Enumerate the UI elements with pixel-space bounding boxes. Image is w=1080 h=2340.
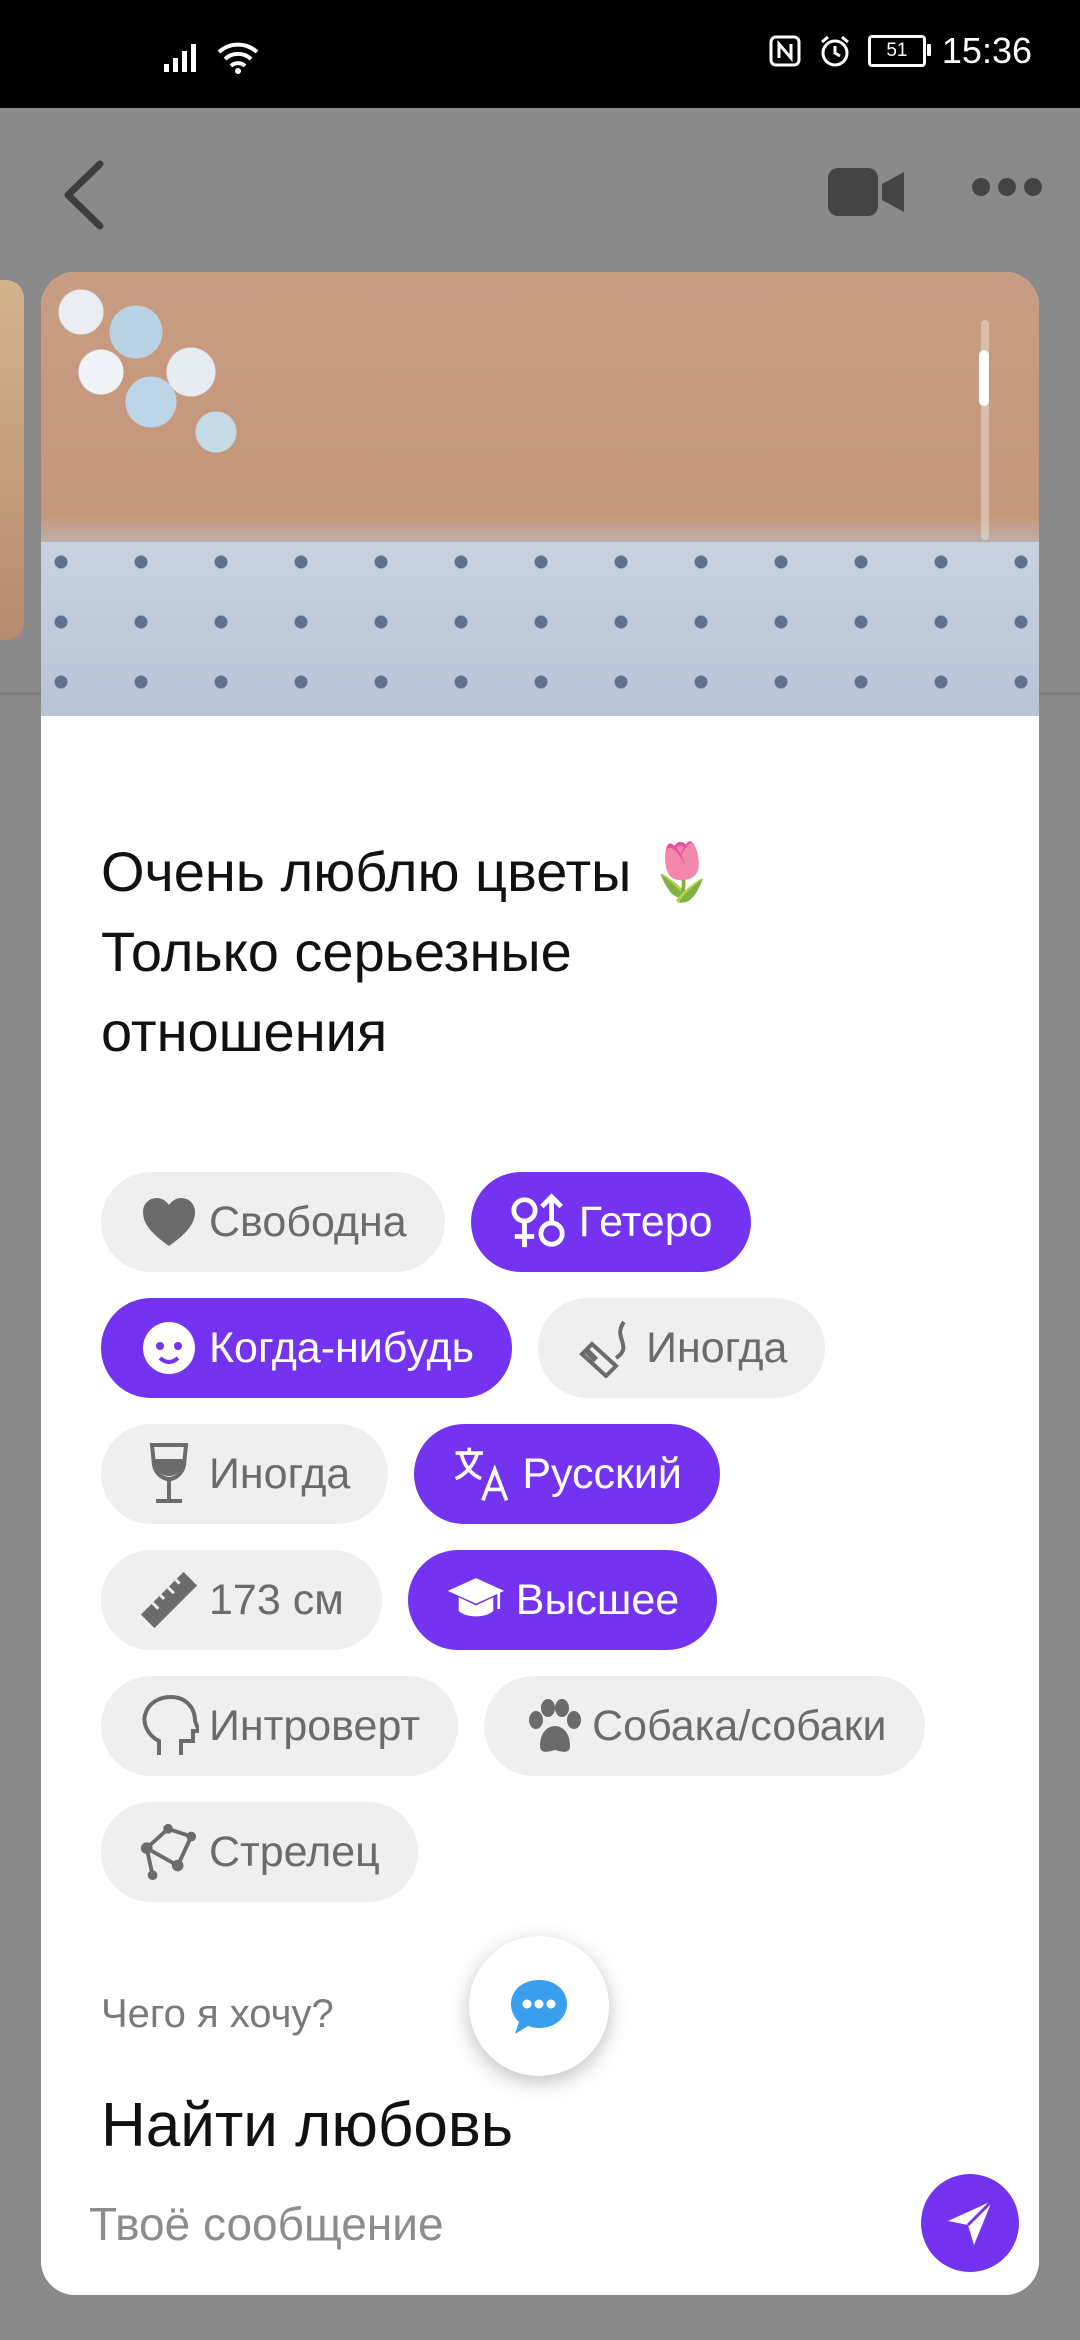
status-icons-left bbox=[162, 40, 260, 74]
nfc-icon bbox=[769, 35, 801, 67]
head-profile-icon bbox=[139, 1695, 199, 1756]
video-call-icon[interactable] bbox=[828, 166, 904, 218]
send-icon bbox=[948, 2199, 994, 2245]
tag-label: Высшее bbox=[515, 1575, 680, 1624]
tag-children: Когда-нибудь bbox=[101, 1298, 513, 1398]
profile-card: Очень люблю цветы 🌷 Только серьезные отн… bbox=[41, 272, 1039, 2295]
goal-heading: Чего я хочу? bbox=[101, 1992, 334, 2036]
wine-glass-icon bbox=[139, 1443, 199, 1504]
gender-icon bbox=[509, 1192, 569, 1252]
tag-label: Собака/собаки bbox=[592, 1701, 887, 1750]
tag-label: Русский bbox=[522, 1449, 682, 1498]
clock: 15:36 bbox=[941, 30, 1032, 71]
send-button[interactable] bbox=[921, 2174, 1019, 2272]
back-arrow-icon[interactable] bbox=[60, 160, 110, 230]
tag-label: 173 см bbox=[209, 1575, 344, 1624]
tag-pets: Собака/собаки bbox=[484, 1676, 925, 1776]
paw-icon bbox=[522, 1696, 582, 1756]
graduation-cap-icon bbox=[446, 1570, 506, 1630]
tag-orientation: Гетеро bbox=[470, 1172, 751, 1272]
profile-photo[interactable] bbox=[41, 272, 1039, 716]
tag-smoking: Иногда bbox=[538, 1298, 826, 1398]
profile-bio: Очень люблю цветы 🌷 Только серьезные отн… bbox=[101, 840, 717, 1063]
tag-height: 173 см bbox=[101, 1550, 382, 1650]
tag-relationship: Свободна bbox=[101, 1172, 445, 1272]
tag-zodiac: Стрелец bbox=[101, 1802, 418, 1902]
translate-icon bbox=[452, 1444, 512, 1504]
message-input[interactable] bbox=[87, 2188, 911, 2260]
signal-icon bbox=[164, 44, 196, 72]
background-bottom bbox=[0, 2296, 1080, 2340]
message-composer bbox=[41, 2148, 1039, 2295]
baby-icon bbox=[139, 1318, 199, 1378]
alarm-icon bbox=[820, 35, 849, 67]
chat-button[interactable] bbox=[469, 1936, 609, 2076]
status-icons-right: 51 15:36 bbox=[768, 30, 1032, 72]
side-photo-preview[interactable] bbox=[0, 280, 24, 640]
ruler-icon bbox=[139, 1570, 199, 1630]
smoking-icon bbox=[576, 1318, 636, 1378]
tag-label: Стрелец bbox=[209, 1827, 380, 1876]
tag-education: Высшее bbox=[407, 1550, 718, 1650]
chat-bubble-icon bbox=[511, 1980, 567, 2034]
tag-label: Иногда bbox=[209, 1449, 351, 1498]
tag-drinking: Иногда bbox=[101, 1424, 389, 1524]
photo-scrollbar-thumb[interactable] bbox=[979, 350, 989, 406]
more-options-icon[interactable] bbox=[972, 178, 1042, 196]
tag-label: Когда-нибудь bbox=[209, 1323, 475, 1372]
tag-label: Свободна bbox=[209, 1197, 407, 1246]
battery-indicator: 51 bbox=[867, 35, 931, 67]
heart-icon bbox=[139, 1192, 199, 1252]
constellation-icon bbox=[139, 1822, 199, 1882]
tag-label: Интроверт bbox=[209, 1701, 421, 1750]
tag-label: Гетеро bbox=[578, 1197, 713, 1246]
tag-personality: Интроверт bbox=[101, 1676, 459, 1776]
photo-detail bbox=[41, 542, 1039, 716]
photo-detail bbox=[41, 272, 301, 522]
profile-tags: Свободна Гетеро Когда-нибудь Иногда Иног… bbox=[101, 1172, 1001, 1928]
tag-language: Русский bbox=[414, 1424, 720, 1524]
wifi-icon bbox=[217, 42, 259, 74]
tag-label: Иногда bbox=[646, 1323, 788, 1372]
status-bar: 51 15:36 bbox=[0, 0, 1080, 108]
